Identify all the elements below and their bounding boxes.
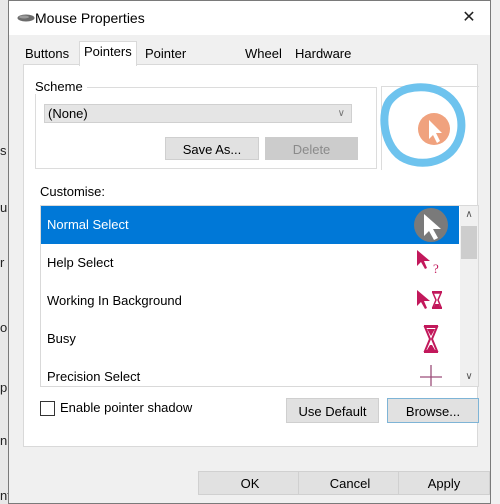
checkbox-box[interactable]: [40, 401, 55, 416]
scroll-down-button[interactable]: ∨: [460, 368, 478, 386]
background-text: s: [0, 143, 7, 158]
normal-select-cursor-icon: [414, 208, 448, 242]
scheme-label: Scheme: [35, 79, 87, 94]
busy-hourglass-cursor-icon: [423, 325, 439, 353]
help-select-cursor-icon: ?: [417, 250, 439, 276]
ok-button[interactable]: OK: [198, 471, 302, 495]
tab-wheel[interactable]: Wheel: [241, 44, 286, 64]
chevron-up-icon: ∧: [465, 209, 473, 220]
list-item-label: Precision Select: [47, 369, 141, 384]
checkbox-label: Enable pointer shadow: [60, 400, 193, 415]
scrollbar-thumb[interactable]: [461, 226, 477, 259]
customise-label: Customise:: [40, 184, 106, 199]
list-item-working-in-background[interactable]: Working In Background: [41, 282, 459, 320]
scheme-selected-value: (None): [48, 106, 88, 121]
list-item-label: Working In Background: [47, 293, 182, 308]
tab-pointers[interactable]: Pointers: [79, 41, 137, 66]
list-item-label: Normal Select: [47, 217, 129, 232]
close-button[interactable]: ✕: [448, 1, 490, 35]
background-text: o: [0, 320, 8, 335]
precision-crosshair-cursor-icon: [420, 365, 442, 386]
mouse-properties-dialog: Mouse Properties ✕ Buttons Pointers Poin…: [8, 0, 491, 504]
cursor-preview: [380, 83, 479, 170]
background-text: n: [0, 433, 8, 448]
use-default-button[interactable]: Use Default: [286, 398, 379, 423]
list-item-normal-select[interactable]: Normal Select: [41, 206, 459, 244]
browse-button[interactable]: Browse...: [387, 398, 479, 423]
close-icon: ✕: [462, 9, 476, 26]
window-title: Mouse Properties: [35, 10, 145, 26]
background-text: p: [0, 380, 8, 395]
tab-buttons[interactable]: Buttons: [21, 44, 73, 64]
scroll-up-button[interactable]: ∧: [460, 206, 478, 224]
arrow-cursor-preview-icon: [418, 113, 450, 145]
preview-annotation: [380, 83, 466, 167]
background-text: r: [0, 255, 5, 270]
apply-button[interactable]: Apply: [398, 471, 490, 495]
cancel-button[interactable]: Cancel: [298, 471, 402, 495]
tab-hardware[interactable]: Hardware: [291, 44, 355, 64]
list-item-label: Busy: [47, 331, 76, 346]
cursor-list[interactable]: Normal Select Help Select ? Working In B…: [40, 205, 479, 387]
list-item-precision-select[interactable]: Precision Select: [41, 358, 459, 386]
working-background-cursor-icon: [417, 290, 443, 309]
delete-button[interactable]: Delete: [265, 137, 358, 160]
tab-pointer-options[interactable]: Pointer Options: [141, 44, 194, 81]
chevron-down-icon: ∨: [337, 108, 345, 119]
list-scrollbar[interactable]: ∧ ∨: [460, 206, 478, 386]
pointers-panel: Scheme (None) ∨ Save As... Delete Custom…: [23, 64, 479, 447]
background-text: u: [0, 200, 8, 215]
list-item-help-select[interactable]: Help Select ?: [41, 244, 459, 282]
save-as-button[interactable]: Save As...: [165, 137, 259, 160]
svg-text:?: ?: [433, 261, 439, 276]
list-item-label: Help Select: [47, 255, 114, 270]
mouse-icon: [17, 14, 35, 22]
list-item-busy[interactable]: Busy: [41, 320, 459, 358]
scheme-dropdown[interactable]: (None) ∨: [44, 104, 352, 123]
title-bar[interactable]: Mouse Properties ✕: [9, 1, 490, 35]
chevron-down-icon: ∨: [465, 371, 473, 382]
